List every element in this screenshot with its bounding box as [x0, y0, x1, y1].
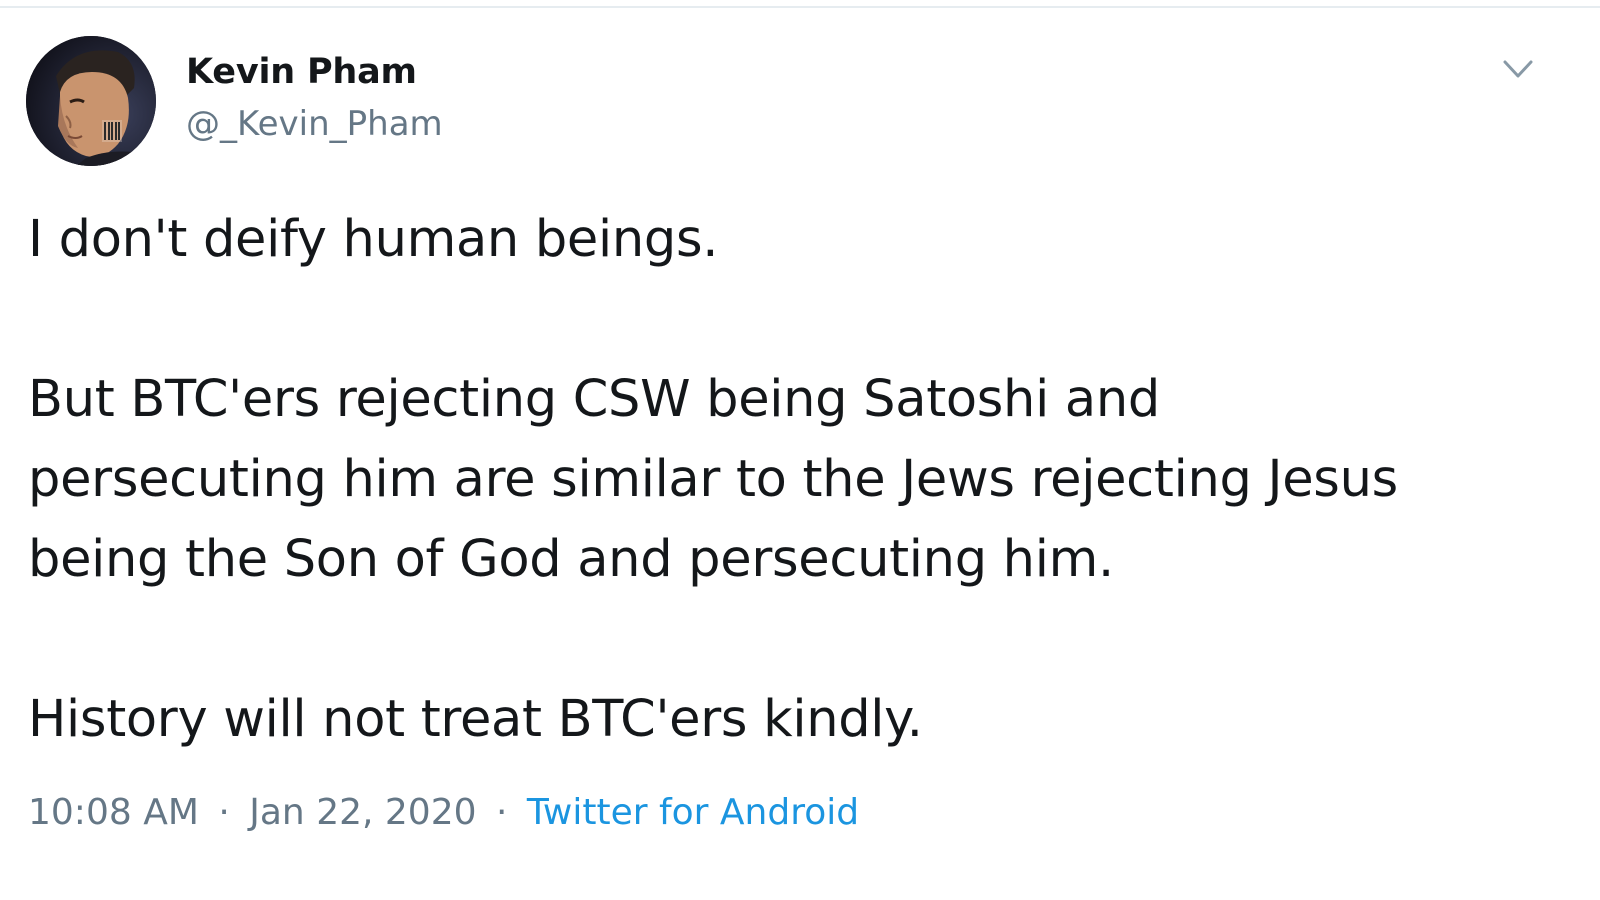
tweet-card: Kevin Pham @_Kevin_Pham I don't deify hu… — [0, 0, 1600, 900]
tweet-text: I don't deify human beings. But BTC'ers … — [28, 200, 1568, 760]
tweet-paragraph-2: But BTC'ers rejecting CSW being Satoshi … — [28, 360, 1568, 600]
tweet-line: persecuting him are similar to the Jews … — [28, 450, 1398, 509]
separator-dot: · — [218, 792, 230, 833]
tweet-menu-button[interactable] — [1496, 50, 1540, 90]
tweet-source-link[interactable]: Twitter for Android — [527, 792, 859, 833]
profile-photo-icon — [26, 36, 156, 166]
author-handle[interactable]: @_Kevin_Pham — [186, 104, 443, 144]
tweet-date[interactable]: Jan 22, 2020 — [249, 792, 476, 833]
chevron-down-icon — [1503, 60, 1533, 78]
tweet-metadata: 10:08 AM · Jan 22, 2020 · Twitter for An… — [28, 792, 859, 833]
separator-dot: · — [495, 792, 508, 833]
tweet-line: being the Son of God and persecuting him… — [28, 530, 1114, 589]
avatar[interactable] — [26, 36, 156, 166]
author-display-name[interactable]: Kevin Pham — [186, 52, 417, 92]
tweet-paragraph-3: History will not treat BTC'ers kindly. — [28, 690, 923, 749]
tweet-paragraph-1: I don't deify human beings. — [28, 210, 719, 269]
tweet-line: But BTC'ers rejecting CSW being Satoshi … — [28, 370, 1160, 429]
tweet-time[interactable]: 10:08 AM — [28, 792, 199, 833]
